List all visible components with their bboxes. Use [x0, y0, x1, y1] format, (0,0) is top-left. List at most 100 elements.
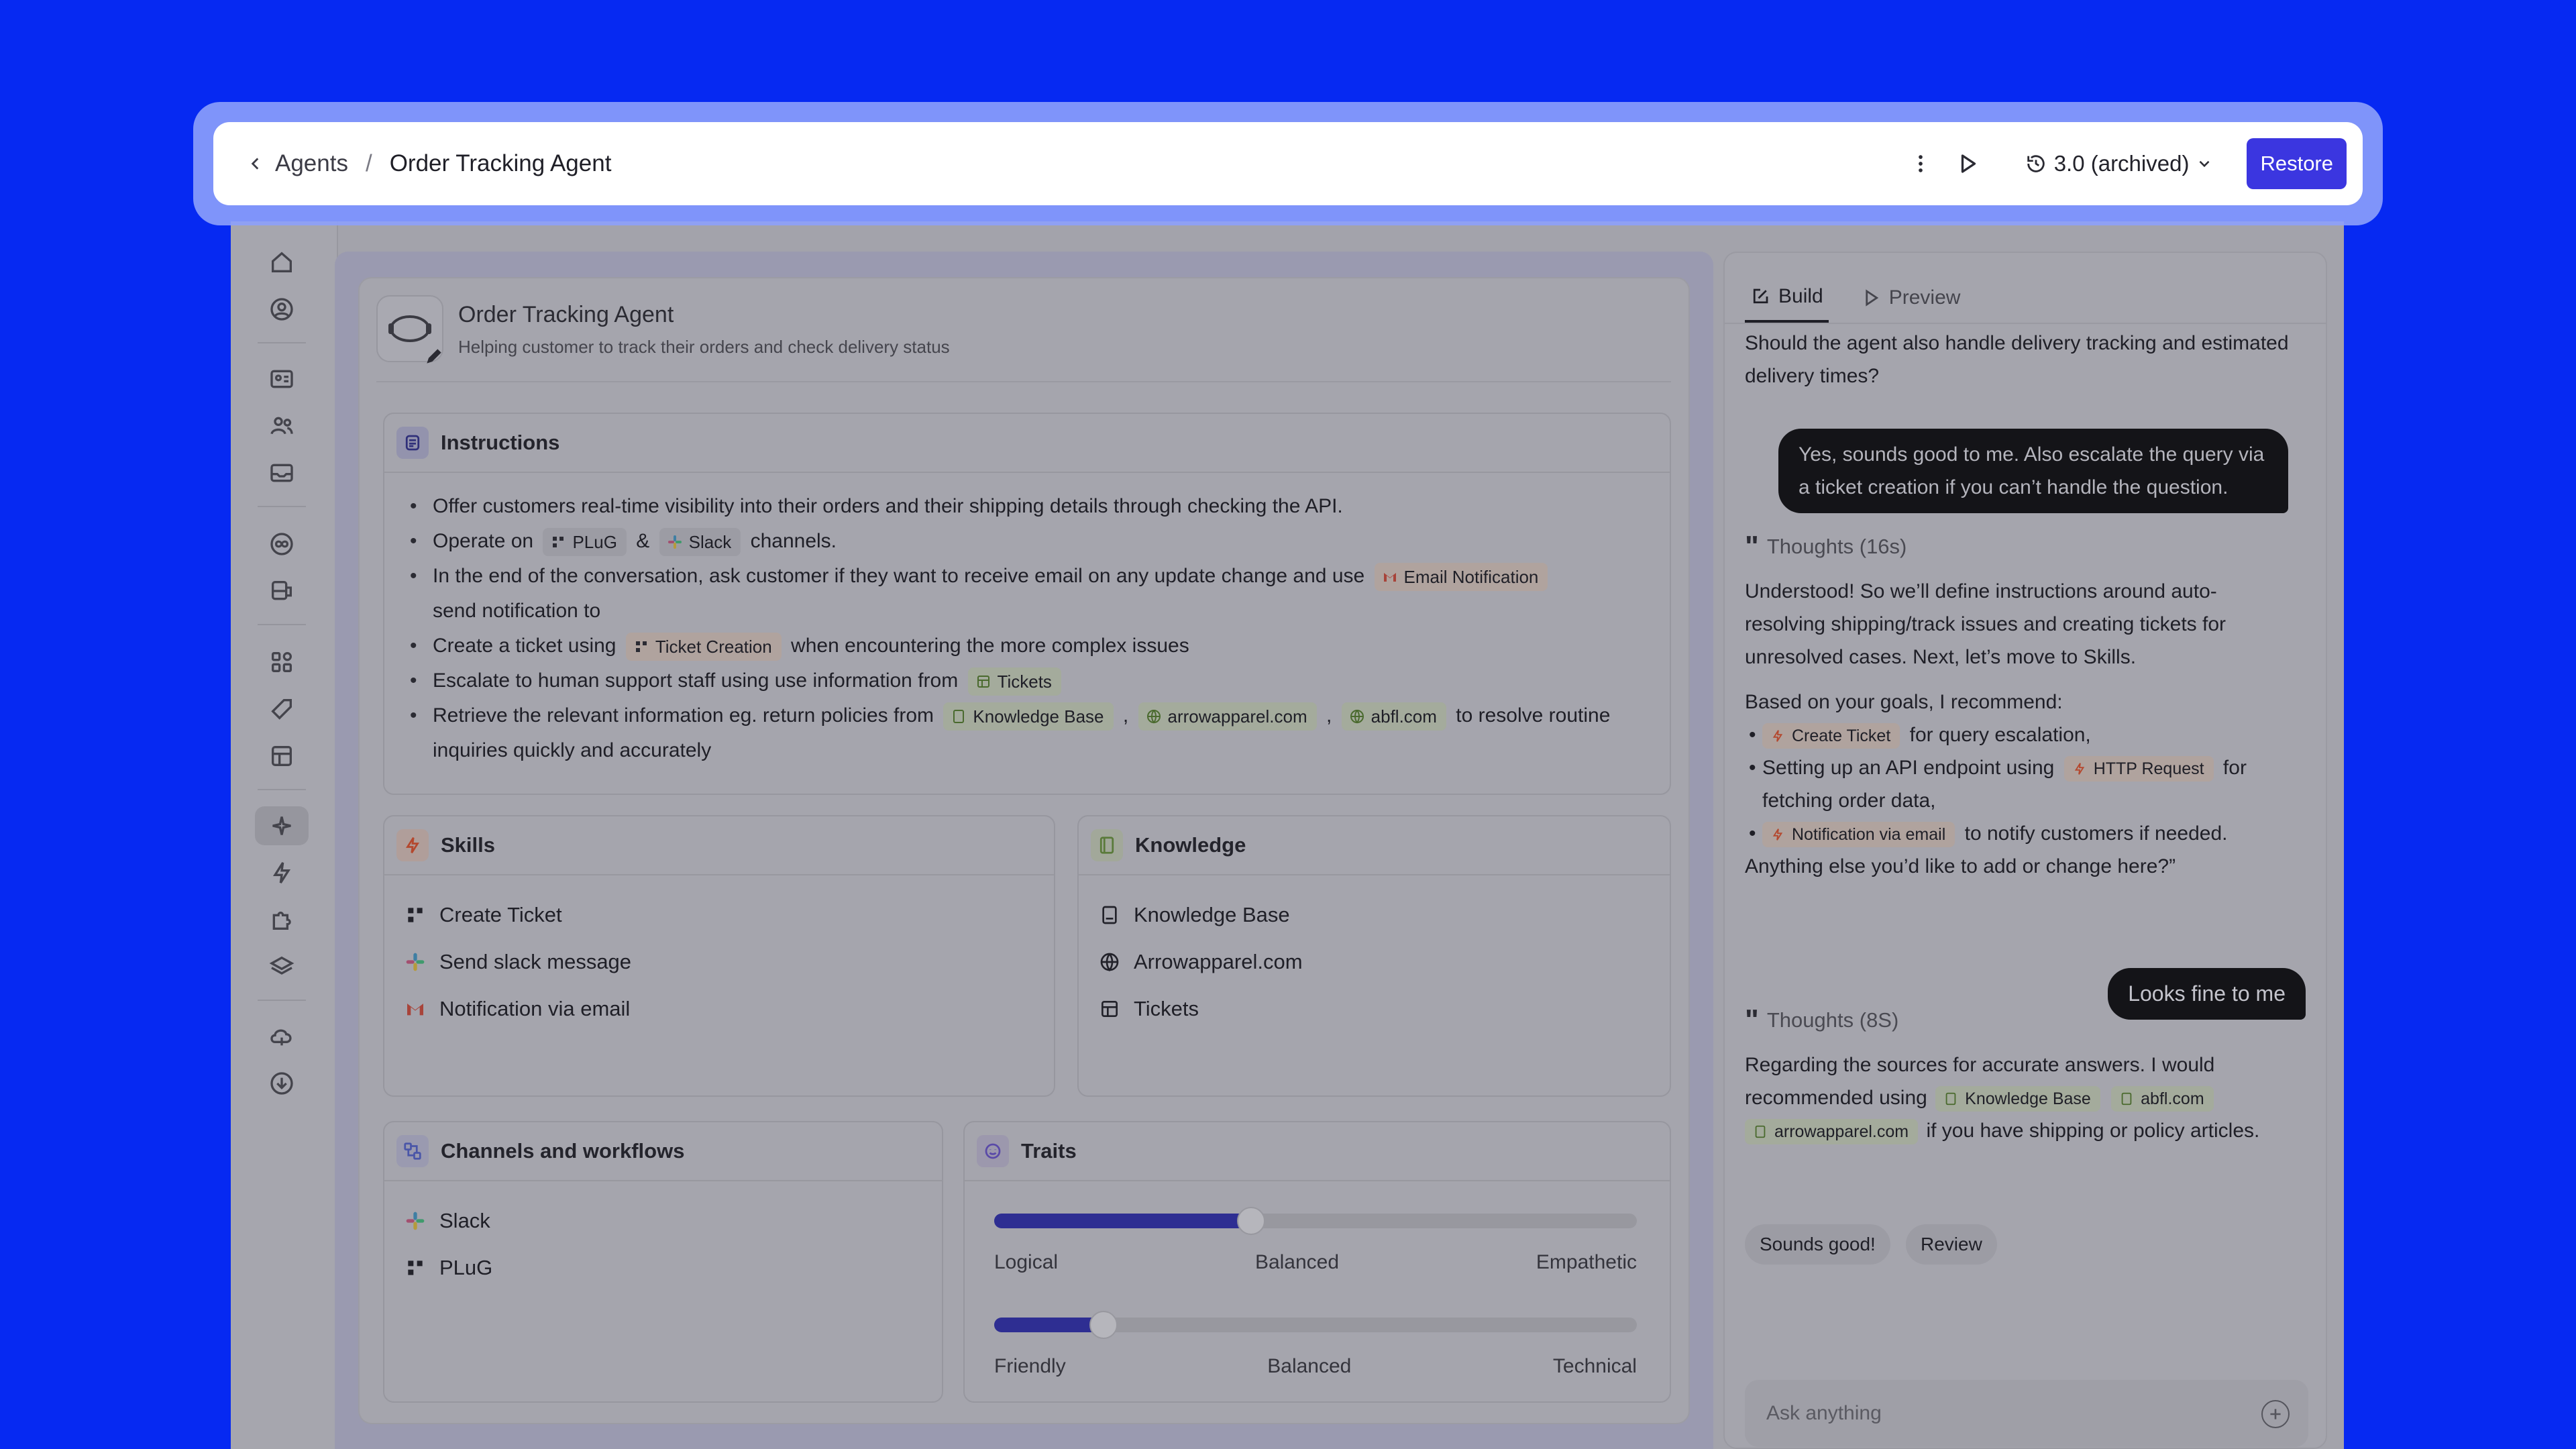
knowledge-panel: Knowledge Knowledge Base Arrowapparel.co… — [1077, 815, 1671, 1097]
globe-icon — [1348, 708, 1366, 725]
edit-pencil-icon[interactable] — [423, 345, 445, 367]
play-icon[interactable] — [1951, 144, 1984, 184]
rec-item: Setting up an API endpoint using HTTP Re… — [1745, 751, 2302, 817]
knowledge-base-chip[interactable]: Knowledge Base — [943, 702, 1114, 731]
chevron-down-icon — [2200, 160, 2210, 168]
infinity-icon[interactable] — [255, 525, 309, 564]
knowledge-item[interactable]: Tickets — [1097, 985, 1303, 1032]
slack-icon — [403, 1209, 427, 1233]
more-vertical-icon[interactable] — [1904, 144, 1937, 184]
version-label: 3.0 (archived) — [2053, 151, 2190, 176]
inbox-icon[interactable] — [255, 453, 309, 492]
skill-item[interactable]: Send slack message — [403, 938, 631, 985]
tab-build[interactable]: Build — [1745, 273, 1829, 323]
knowledge-item[interactable]: Knowledge Base — [1097, 892, 1303, 938]
globe-icon — [1097, 950, 1122, 974]
breadcrumb-agents-link[interactable]: Agents — [275, 150, 348, 177]
skills-panel: Skills Create Ticket Send slack message … — [383, 815, 1055, 1097]
knowledge-base-chip[interactable]: Knowledge Base — [1935, 1086, 2100, 1112]
sparkle-agent-icon[interactable] — [255, 806, 309, 845]
chevron-left-icon[interactable] — [247, 155, 264, 172]
suggestion-review[interactable]: Review — [1906, 1224, 1997, 1265]
apps-grid-icon[interactable] — [255, 643, 309, 682]
abfl-chip[interactable]: abfl.com — [2111, 1086, 2214, 1112]
tag-icon[interactable] — [255, 690, 309, 729]
traits-panel: Traits Logical Balanced Empathetic Frien… — [963, 1121, 1671, 1403]
breadcrumb-current: Order Tracking Agent — [389, 150, 612, 176]
instructions-panel: Instructions Offer customers real-time v… — [383, 413, 1671, 795]
channel-item[interactable]: PLuG — [403, 1244, 492, 1291]
knowledge-title: Knowledge — [1135, 833, 1246, 857]
chip-label: arrowapparel.com — [1167, 706, 1307, 727]
friendly-technical-slider[interactable] — [994, 1311, 1637, 1339]
workflow-icon — [396, 1135, 429, 1167]
arrowapparel-chip[interactable]: arrowapparel.com — [1138, 702, 1317, 731]
plug-chip[interactable]: PLuG — [543, 528, 627, 557]
instruction-item: Operate on PLuG & Slack channels. — [406, 524, 1650, 559]
tickets-chip[interactable]: Tickets — [967, 667, 1061, 696]
breadcrumb: Agents / Order Tracking Agent — [247, 122, 611, 205]
notification-email-chip[interactable]: Notification via email — [1762, 822, 1955, 848]
slider1-labels: Logical Balanced Empathetic — [994, 1251, 1637, 1274]
cloud-upload-icon[interactable] — [255, 1017, 309, 1056]
abfl-chip[interactable]: abfl.com — [1341, 702, 1446, 731]
chat-tabs: Build Preview — [1745, 273, 1966, 323]
globe-icon — [1145, 708, 1163, 725]
thoughts-toggle[interactable]: " Thoughts (8S) — [1745, 1004, 1898, 1036]
skill-item[interactable]: Notification via email — [403, 985, 631, 1032]
editor-canvas: Order Tracking Agent Helping customer to… — [335, 252, 1713, 1449]
bus-icon[interactable] — [255, 572, 309, 610]
instruction-text: channels. — [750, 530, 837, 552]
user-circle-icon[interactable] — [255, 290, 309, 329]
chat-input[interactable]: Ask anything — [1745, 1380, 2308, 1447]
plug-icon — [633, 638, 650, 655]
instruction-text: Offer customers real-time visibility int… — [433, 495, 1343, 517]
skills-header: Skills — [384, 816, 1054, 875]
download-icon[interactable] — [255, 1064, 309, 1103]
puzzle-icon[interactable] — [255, 900, 309, 939]
ticket-creation-chip[interactable]: Ticket Creation — [625, 633, 782, 661]
skill-item[interactable]: Create Ticket — [403, 892, 631, 938]
arrowapparel-chip[interactable]: arrowapparel.com — [1745, 1119, 1919, 1145]
layers-icon[interactable] — [255, 947, 309, 986]
logical-empathetic-slider[interactable] — [994, 1207, 1637, 1235]
book-icon — [1091, 829, 1123, 861]
contact-card-icon[interactable] — [255, 360, 309, 398]
rec-intro: Based on your goals, I recommend: — [1745, 691, 2063, 713]
users-icon[interactable] — [255, 407, 309, 445]
gmail-icon — [403, 997, 427, 1021]
thoughts-toggle[interactable]: " Thoughts (16s) — [1745, 532, 1907, 561]
quote-icon: " — [1745, 1004, 1759, 1036]
lightning-icon[interactable] — [255, 853, 309, 892]
plus-icon[interactable] — [2261, 1400, 2290, 1428]
document-icon — [396, 427, 429, 459]
create-ticket-chip[interactable]: Create Ticket — [1762, 723, 1900, 749]
instruction-text: , — [1326, 704, 1332, 727]
slider-knob[interactable] — [1237, 1207, 1266, 1235]
document-icon — [1097, 903, 1122, 927]
left-rail — [231, 221, 338, 1449]
slider-knob[interactable] — [1089, 1311, 1118, 1339]
edit-square-icon — [1753, 288, 1768, 304]
email-notification-chip[interactable]: Email Notification — [1374, 563, 1548, 592]
rec-list: Create Ticket for query escalation, Sett… — [1745, 718, 2302, 850]
http-request-chip[interactable]: HTTP Request — [2063, 756, 2214, 782]
table-icon[interactable] — [255, 737, 309, 775]
channels-panel: Channels and workflows Slack PLuG — [383, 1121, 943, 1403]
version-dropdown[interactable]: 3.0 (archived) — [2018, 151, 2220, 176]
home-icon[interactable] — [255, 243, 309, 282]
knowledge-item[interactable]: Arrowapparel.com — [1097, 938, 1303, 985]
build-chat-panel: Build Preview Should the agent also hand… — [1723, 252, 2327, 1449]
channel-item[interactable]: Slack — [403, 1197, 492, 1244]
slack-chip[interactable]: Slack — [659, 528, 741, 557]
instruction-item: In the end of the conversation, ask cust… — [406, 559, 1650, 629]
smiley-icon — [977, 1135, 1009, 1167]
instruction-text: send notification to — [433, 600, 601, 622]
slack-icon — [403, 950, 427, 974]
tab-preview[interactable]: Preview — [1856, 273, 1966, 323]
restore-button[interactable]: Restore — [2247, 138, 2347, 189]
assistant-recommendation: Based on your goals, I recommend: Create… — [1745, 686, 2302, 883]
play-icon — [1866, 289, 1878, 307]
chat-input-placeholder: Ask anything — [1766, 1402, 1882, 1424]
suggestion-sounds-good[interactable]: Sounds good! — [1745, 1224, 1890, 1265]
